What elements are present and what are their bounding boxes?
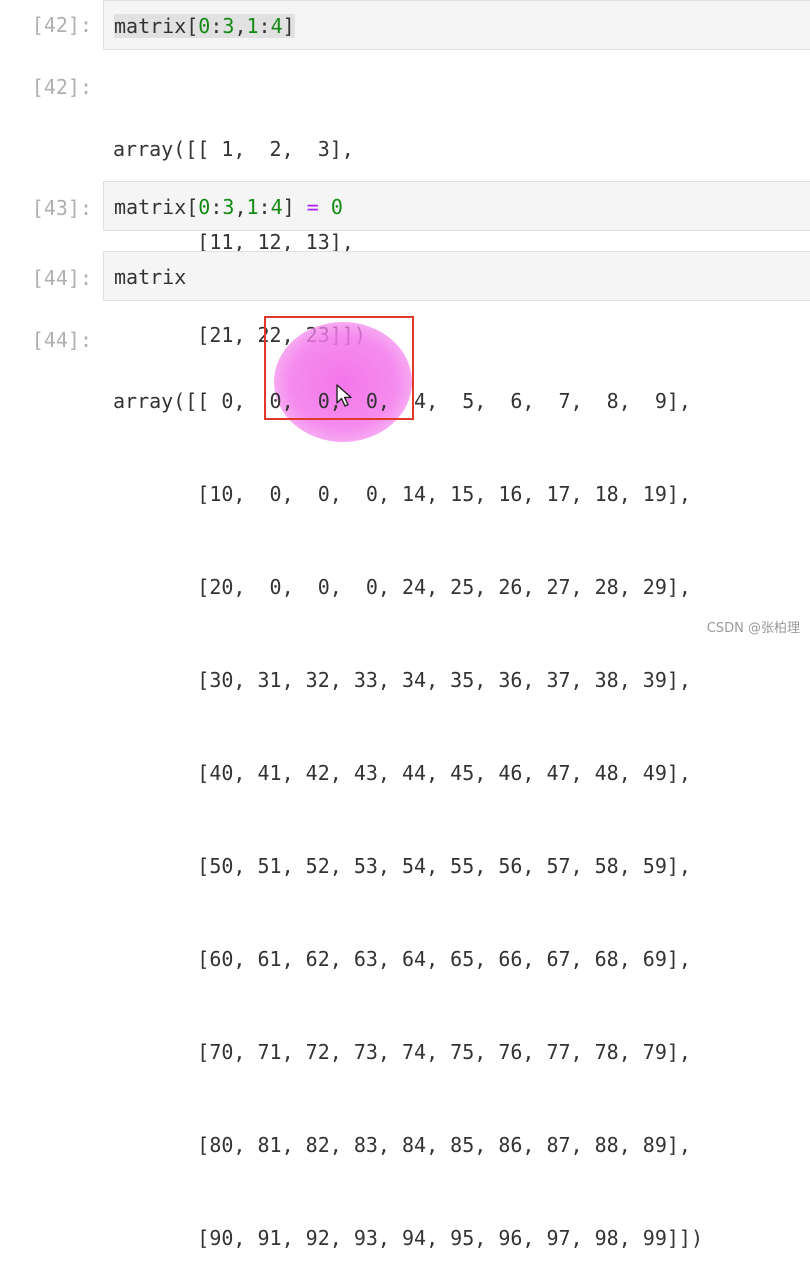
watermark: CSDN @张柏理	[706, 621, 800, 636]
code-token: ,	[234, 14, 247, 38]
output-line: [30, 31, 32, 33, 34, 35, 36, 37, 38, 39]…	[113, 668, 691, 692]
input-prompt-44: [44]:	[31, 266, 92, 290]
mouse-pointer-icon	[336, 384, 352, 407]
code-cell-44[interactable]: matrix	[103, 251, 810, 301]
code-text-42: matrix[0:3,1:4]	[114, 13, 295, 39]
code-operator: =	[306, 195, 319, 219]
code-token: matrix	[114, 265, 187, 289]
code-number: 3	[222, 14, 235, 38]
output-line: [50, 51, 52, 53, 54, 55, 56, 57, 58, 59]…	[113, 854, 691, 878]
output-prompt-42: [42]:	[31, 75, 92, 99]
output-line: [10, 0, 0, 0, 14, 15, 16, 17, 18, 19],	[113, 482, 691, 506]
output-44: array([[ 0, 0, 0, 0, 4, 5, 6, 7, 8, 9], …	[113, 324, 703, 1284]
code-token: :	[210, 195, 223, 219]
code-token: :	[258, 195, 271, 219]
code-number: 4	[270, 14, 283, 38]
input-prompt-43: [43]:	[31, 196, 92, 220]
code-cell-43[interactable]: matrix[0:3,1:4] = 0	[103, 181, 810, 231]
code-text-43: matrix[0:3,1:4] = 0	[114, 194, 343, 220]
code-cell-42[interactable]: matrix[0:3,1:4]	[103, 0, 810, 50]
output-line: [20, 0, 0, 0, 24, 25, 26, 27, 28, 29],	[113, 575, 691, 599]
output-line: [90, 91, 92, 93, 94, 95, 96, 97, 98, 99]…	[113, 1226, 704, 1250]
output-line: [70, 71, 72, 73, 74, 75, 76, 77, 78, 79]…	[113, 1040, 691, 1064]
code-number: 0	[198, 195, 211, 219]
code-number: 0	[198, 14, 211, 38]
code-number: 4	[270, 195, 283, 219]
output-line: [40, 41, 42, 43, 44, 45, 46, 47, 48, 49]…	[113, 761, 691, 785]
code-number: 0	[330, 195, 343, 219]
code-number: 1	[246, 195, 259, 219]
code-token: ]	[282, 195, 307, 219]
output-line: [80, 81, 82, 83, 84, 85, 86, 87, 88, 89]…	[113, 1133, 691, 1157]
code-token: :	[258, 14, 271, 38]
code-token: [	[186, 14, 199, 38]
code-number: 3	[222, 195, 235, 219]
output-line: [60, 61, 62, 63, 64, 65, 66, 67, 68, 69]…	[113, 947, 691, 971]
code-token: :	[210, 14, 223, 38]
code-token: ,	[234, 195, 247, 219]
output-prompt-44: [44]:	[31, 328, 92, 352]
output-line: array([[ 1, 2, 3],	[113, 137, 354, 161]
input-prompt-42: [42]:	[31, 13, 92, 37]
code-text-44: matrix	[114, 264, 186, 290]
code-token: matrix[	[114, 195, 199, 219]
code-number: 1	[246, 14, 259, 38]
code-token: matrix	[114, 14, 187, 38]
code-token: ]	[282, 14, 295, 38]
